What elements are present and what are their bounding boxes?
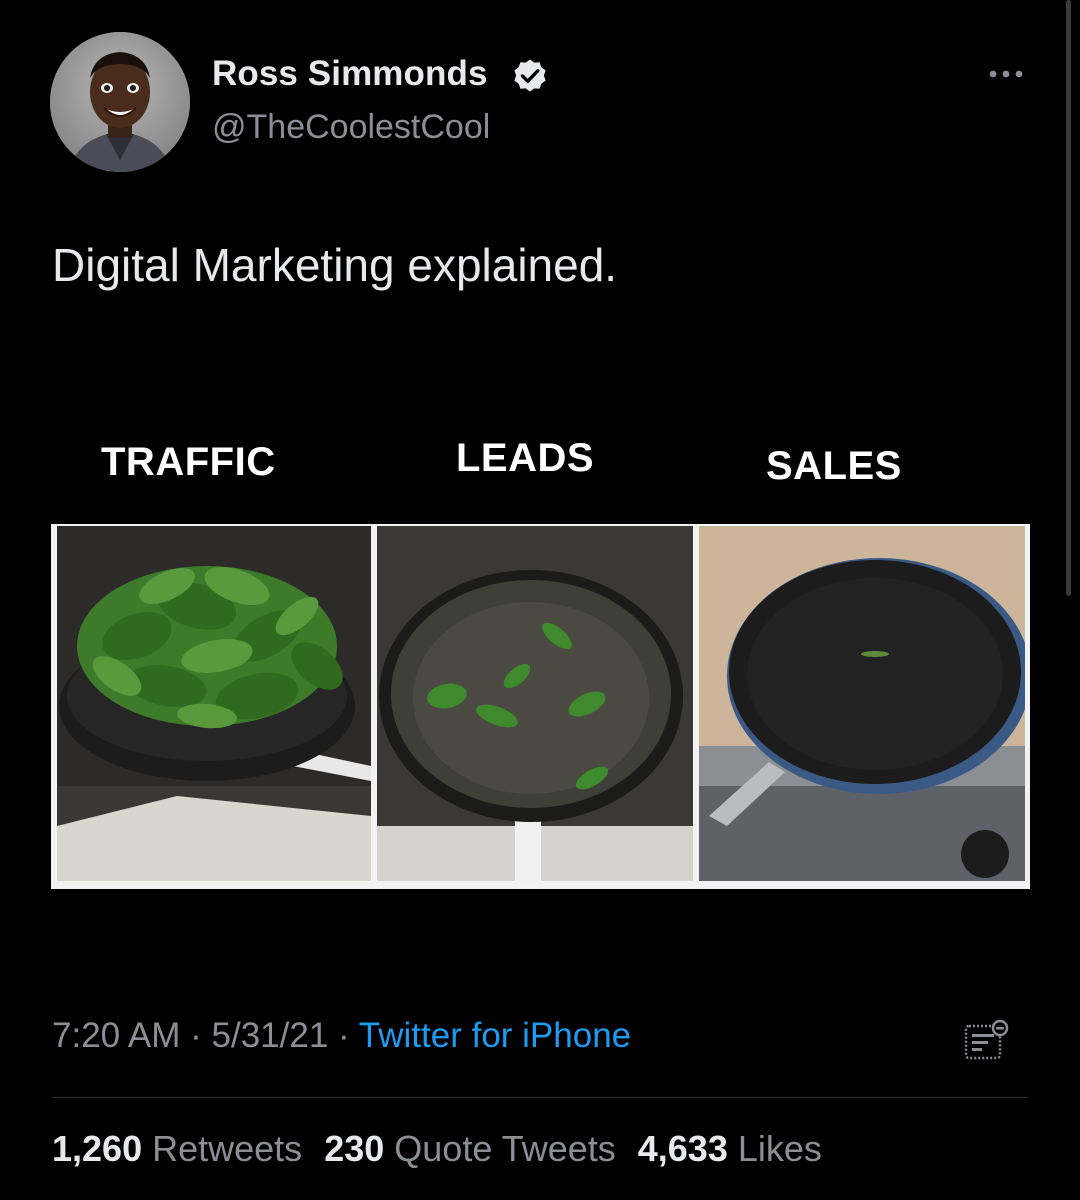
verified-badge-icon — [514, 59, 546, 92]
panel-image-sales — [699, 526, 1025, 881]
divider — [52, 1097, 1028, 1098]
likes-count: 4,633 — [637, 1128, 728, 1169]
analytics-icon[interactable] — [962, 1018, 1010, 1064]
author-handle[interactable]: @TheCoolestCool — [212, 108, 490, 147]
retweets-count: 1,260 — [52, 1128, 143, 1169]
tweet-text: Digital Marketing explained. — [52, 239, 618, 291]
media-image-frame — [51, 524, 1030, 889]
tweet-stats: 1,260 Retweets 230 Quote Tweets 4,633 Like… — [52, 1128, 844, 1170]
tweet-meta: 7:20 AM · 5/31/21 · Twitter for iPhone — [52, 1016, 631, 1056]
tweet-media[interactable]: TRAFFIC LEADS SALES — [51, 420, 1030, 890]
scrollbar[interactable] — [1066, 0, 1071, 596]
panel-title-leads: LEADS — [456, 436, 595, 480]
meta-separator: · — [328, 1016, 359, 1055]
likes-label: Likes — [737, 1128, 822, 1169]
quotes-label: Quote Tweets — [394, 1128, 616, 1169]
avatar[interactable] — [50, 32, 190, 172]
likes-stat[interactable]: 4,633 Likes — [638, 1128, 822, 1169]
tweet-time: 7:20 AM — [52, 1016, 181, 1055]
retweets-label: Retweets — [152, 1128, 303, 1169]
quotes-stat[interactable]: 230 Quote Tweets — [324, 1128, 616, 1169]
panel-image-leads — [377, 526, 693, 881]
author-display-name[interactable]: Ross Simmonds — [212, 54, 488, 94]
tweet-source-link[interactable]: Twitter for iPhone — [359, 1016, 631, 1055]
panel-title-traffic: TRAFFIC — [101, 440, 276, 484]
retweets-stat[interactable]: 1,260 Retweets — [52, 1128, 302, 1169]
ellipsis-icon[interactable] — [984, 62, 1028, 86]
meta-separator: · — [180, 1016, 212, 1055]
panel-title-sales: SALES — [766, 444, 902, 488]
panel-image-traffic — [57, 526, 371, 881]
tweet-date: 5/31/21 — [211, 1016, 329, 1055]
quotes-count: 230 — [324, 1128, 385, 1169]
